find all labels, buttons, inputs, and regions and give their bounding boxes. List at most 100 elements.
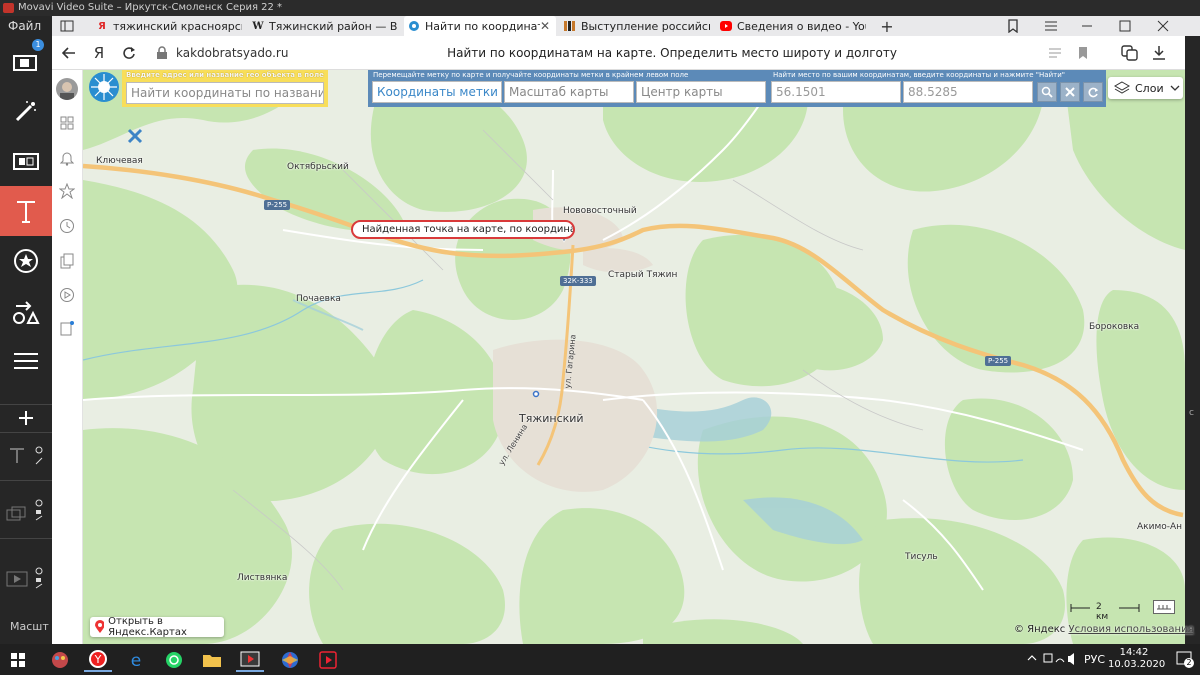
services-grid-icon[interactable]: [57, 113, 77, 133]
notification-count: 2: [1184, 658, 1194, 668]
road-shield: 32К-333: [560, 276, 596, 286]
browser-menu-button[interactable]: [1036, 16, 1066, 36]
search-by-name-input[interactable]: Найти координаты по названию: [126, 82, 324, 104]
taskbar-app[interactable]: [276, 647, 304, 672]
ruler-icon: [1157, 605, 1171, 610]
back-button[interactable]: [56, 36, 82, 70]
magic-wand-icon: [15, 101, 36, 122]
taskbar-app[interactable]: [46, 647, 74, 672]
taskbar-explorer[interactable]: [198, 647, 226, 672]
taskbar-app[interactable]: [314, 647, 342, 672]
map-scale-field[interactable]: Масштаб карты: [504, 81, 634, 103]
start-button[interactable]: [4, 647, 32, 672]
clear-button[interactable]: [1060, 82, 1080, 102]
url-text[interactable]: kakdobratsyado.ru: [176, 46, 288, 60]
list-icon: [14, 353, 38, 369]
taskbar-yandex-browser[interactable]: Y: [84, 647, 112, 672]
tab-label: Найти по координатам: [425, 19, 540, 33]
tab-list-button[interactable]: [52, 16, 82, 36]
longitude-input[interactable]: 88.5285: [903, 81, 1033, 103]
sticker-star-icon: [14, 249, 38, 273]
marker-coordinates-field[interactable]: Координаты метки: [372, 81, 502, 103]
search-panel-label: Введите адрес или название гео объекта в…: [126, 71, 324, 79]
layers-button[interactable]: Слои: [1108, 77, 1183, 99]
add-track-button[interactable]: [0, 406, 52, 430]
more-tools-button[interactable]: [0, 336, 52, 386]
open-in-yandex-maps-button[interactable]: Открыть в Яндекс.Картах: [90, 616, 224, 638]
track-visibility-icon[interactable]: [34, 444, 44, 470]
tab-label: Тяжинский район — Вики: [269, 19, 398, 33]
titles-button[interactable]: [0, 186, 52, 236]
reload-button[interactable]: [116, 36, 142, 70]
edge-icon: e: [131, 651, 141, 670]
title-track-icon: [6, 446, 28, 464]
transitions-button[interactable]: [0, 136, 52, 186]
ruler-button[interactable]: [1153, 600, 1175, 614]
find-button[interactable]: [1037, 82, 1057, 102]
filters-button[interactable]: [0, 86, 52, 136]
whatsapp-icon: [166, 651, 182, 668]
place-label: Ключевая: [96, 156, 143, 166]
yandex-home-button[interactable]: Я: [86, 36, 112, 70]
rail-divider: [0, 538, 52, 539]
tab-speech[interactable]: Выступление российского: [560, 16, 710, 36]
callouts-button[interactable]: [0, 286, 52, 336]
collections-icon[interactable]: [57, 251, 77, 271]
new-tab-button[interactable]: +: [872, 16, 902, 36]
share-button[interactable]: [1116, 36, 1142, 70]
download-icon: [1153, 46, 1165, 60]
close-window-button[interactable]: [1148, 16, 1178, 36]
movavi-menu-file[interactable]: Файл: [0, 16, 52, 36]
history-clock-icon[interactable]: [57, 216, 77, 236]
minimize-icon: [1082, 25, 1092, 27]
downloads-button[interactable]: [1146, 36, 1172, 70]
tab-wikipedia[interactable]: W Тяжинский район — Вики: [248, 16, 398, 36]
tab-youtube-studio[interactable]: Сведения о видео - YouTub: [716, 16, 866, 36]
tabs-icon: [60, 20, 74, 32]
tab-label: тяжинский красноярский к: [113, 19, 242, 33]
star-icon[interactable]: [57, 181, 77, 201]
track-visibility-icon[interactable]: [34, 498, 44, 524]
taskbar-whatsapp[interactable]: [160, 647, 188, 672]
stickers-button[interactable]: [0, 236, 52, 286]
close-icon: [1065, 87, 1075, 97]
tab-yandex-search[interactable]: Я тяжинский красноярский к: [92, 16, 242, 36]
taskbar-edge[interactable]: e: [122, 647, 150, 672]
notes-icon[interactable]: [57, 319, 77, 339]
close-tab-icon[interactable]: ✕: [540, 19, 556, 33]
yandex-icon: Я: [98, 20, 106, 32]
reset-button[interactable]: [1083, 82, 1103, 102]
close-icon: [1157, 20, 1169, 32]
movavi-tool-rail: 1 Масшт: [0, 36, 73, 644]
tab-find-coordinates[interactable]: Найти по координатам ✕: [404, 16, 556, 36]
avatar[interactable]: [56, 78, 78, 100]
paint-app-icon: [52, 651, 68, 668]
collections-button[interactable]: [998, 16, 1028, 36]
latitude-input[interactable]: 56.1501: [771, 81, 901, 103]
site-icon: [564, 20, 576, 32]
map-center-field[interactable]: Центр карты: [636, 81, 766, 103]
svg-text:e: e: [131, 651, 141, 670]
taskbar-movavi[interactable]: [236, 647, 264, 672]
share-icon: [1121, 45, 1138, 61]
terms-link[interactable]: Условия использования: [1068, 624, 1193, 635]
import-media-button[interactable]: 1: [0, 36, 52, 86]
notifications-button[interactable]: 2: [1176, 650, 1194, 668]
yandex-map[interactable]: Ключевая Октябрьский Нововосточный Стары…: [83, 70, 1185, 644]
maximize-button[interactable]: [1110, 16, 1140, 36]
place-label: Старый Тяжин: [608, 270, 678, 280]
minimize-button[interactable]: [1072, 16, 1102, 36]
reader-mode-button[interactable]: [1042, 36, 1068, 70]
bookmark-button[interactable]: [1070, 36, 1096, 70]
map-pin-icon: [95, 620, 105, 633]
language-indicator[interactable]: РУС: [1084, 653, 1105, 666]
taskbar-clock[interactable]: 14:42 10.03.2020: [1108, 647, 1165, 671]
play-circle-icon[interactable]: [57, 285, 77, 305]
bell-icon[interactable]: [57, 148, 77, 168]
track-visibility-icon[interactable]: [34, 566, 44, 592]
lock-icon[interactable]: [156, 46, 168, 63]
browser-tab-bar: Я тяжинский красноярский к W Тяжинский р…: [52, 16, 1200, 36]
video-editor-icon: [319, 650, 337, 669]
map-copyright: © Яндекс Условия использования: [1014, 624, 1194, 635]
rail-divider: [0, 432, 52, 433]
